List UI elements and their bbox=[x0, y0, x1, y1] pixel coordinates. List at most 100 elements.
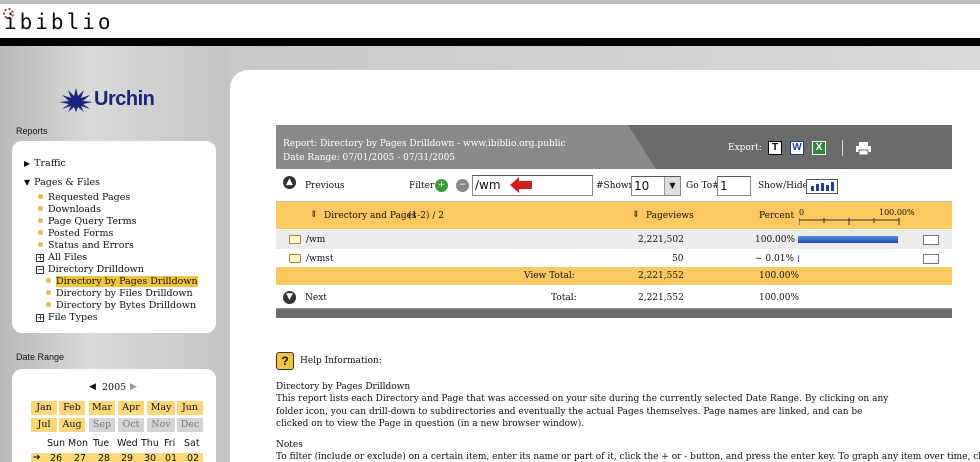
export-text-icon[interactable]: T bbox=[768, 141, 782, 155]
row-bar bbox=[798, 255, 799, 262]
dow-thu: Thu bbox=[141, 438, 159, 449]
scale-min: 0 bbox=[799, 208, 805, 217]
calendar-day[interactable]: 28 bbox=[98, 453, 110, 462]
row-bar bbox=[798, 236, 898, 243]
view-total-percent: 100.00% bbox=[759, 271, 800, 281]
row-percent: ~ 0.01% bbox=[755, 254, 794, 264]
total-label: Total: bbox=[551, 293, 577, 303]
collapse-minus-icon: − bbox=[36, 265, 44, 274]
urchin-logo: Urchin bbox=[58, 86, 155, 112]
export-word-icon[interactable]: W bbox=[790, 141, 804, 155]
shown-dropdown-icon[interactable]: ▼ bbox=[664, 177, 680, 195]
sidebar-item-dir-by-bytes[interactable]: Directory by Bytes Drilldown bbox=[46, 300, 196, 311]
calendar-day[interactable]: 29 bbox=[121, 453, 133, 462]
shown-label: #Shown bbox=[596, 181, 635, 191]
report-footer-bar bbox=[276, 309, 952, 318]
row-name[interactable]: /wmst bbox=[306, 254, 334, 264]
calendar-year: 2005 bbox=[102, 382, 127, 393]
urchin-burst-icon bbox=[59, 88, 93, 112]
sidebar-item-file-types[interactable]: + File Types bbox=[36, 312, 98, 323]
dow-sun: Sun bbox=[47, 438, 66, 449]
next-link[interactable]: Next bbox=[305, 293, 327, 303]
month-may[interactable]: May bbox=[147, 401, 175, 415]
site-logo[interactable]: ibiblio bbox=[4, 10, 114, 34]
help-question-icon: ? bbox=[276, 352, 294, 370]
month-apr[interactable]: Apr bbox=[118, 401, 144, 415]
print-icon[interactable] bbox=[856, 142, 871, 155]
graph-icon[interactable] bbox=[923, 235, 939, 245]
goto-input[interactable]: 1 bbox=[717, 176, 751, 196]
sidebar-item-requested-pages[interactable]: Requested Pages bbox=[38, 192, 130, 203]
sidebar-item-status-errors[interactable]: Status and Errors bbox=[38, 240, 134, 251]
month-jul[interactable]: Jul bbox=[31, 418, 57, 432]
expand-plus-icon: + bbox=[36, 253, 44, 262]
total-pageviews: 2,221,552 bbox=[638, 293, 684, 303]
top-header: ibiblio bbox=[0, 0, 980, 38]
notes-heading: Notes bbox=[276, 440, 303, 450]
help-heading: Help Information: bbox=[300, 356, 382, 366]
filter-exclude-minus-icon[interactable]: − bbox=[456, 179, 469, 192]
next-arrow-icon[interactable]: ▼ bbox=[283, 291, 296, 304]
scale-ruler bbox=[799, 218, 900, 225]
bullet-icon bbox=[38, 218, 43, 223]
month-jun[interactable]: Jun bbox=[177, 401, 203, 415]
view-total-label: View Total: bbox=[524, 271, 575, 281]
col-directory-pages[interactable]: Directory and Pages bbox=[324, 211, 417, 221]
col-percent: Percent bbox=[759, 211, 795, 221]
export-excel-icon[interactable]: X bbox=[812, 141, 826, 155]
date-range-heading: Date Range bbox=[16, 352, 65, 362]
month-nov: Nov bbox=[147, 418, 175, 432]
col-pageviews[interactable]: Pageviews bbox=[646, 211, 694, 221]
folder-icon[interactable] bbox=[289, 235, 301, 244]
bullet-icon bbox=[46, 302, 51, 307]
sidebar-item-posted-forms[interactable]: Posted Forms bbox=[38, 228, 113, 239]
bullet-icon bbox=[38, 230, 43, 235]
calendar-day[interactable]: 27 bbox=[74, 453, 86, 462]
filter-label: Filter bbox=[409, 181, 435, 191]
prev-year-icon[interactable]: ◀ bbox=[89, 382, 96, 392]
export-label: Export: bbox=[728, 143, 762, 153]
month-aug[interactable]: Aug bbox=[59, 418, 85, 432]
dow-fri: Fri bbox=[164, 438, 176, 449]
showhide-graph-icon[interactable] bbox=[806, 179, 838, 194]
sidebar-item-directory-drilldown[interactable]: − Directory Drilldown bbox=[36, 264, 144, 275]
calendar-day[interactable]: 01 bbox=[165, 453, 177, 462]
view-total-pageviews: 2,221,552 bbox=[638, 271, 684, 281]
folder-icon[interactable] bbox=[289, 254, 301, 263]
month-mar[interactable]: Mar bbox=[89, 401, 115, 415]
sort-icon[interactable]: ⇕ bbox=[632, 210, 640, 220]
view-total-row bbox=[276, 267, 952, 285]
bullet-icon bbox=[46, 278, 51, 283]
sidebar-item-dir-by-files[interactable]: Directory by Files Drilldown bbox=[46, 288, 193, 299]
calendar-day[interactable]: 26 bbox=[50, 453, 62, 462]
month-dec: Dec bbox=[177, 418, 203, 432]
month-jan[interactable]: Jan bbox=[31, 401, 57, 415]
calendar-day[interactable]: 02 bbox=[187, 453, 199, 462]
filter-input[interactable]: /wm bbox=[472, 175, 593, 196]
sidebar-item-dir-by-pages[interactable]: Directory by Pages Drilldown bbox=[46, 276, 198, 287]
next-year-icon[interactable]: ▶ bbox=[130, 382, 137, 392]
month-feb[interactable]: Feb bbox=[59, 401, 85, 415]
row-name[interactable]: /wm bbox=[306, 235, 325, 245]
scale-max: 100.00% bbox=[879, 208, 915, 217]
triangle-right-icon: ▶ bbox=[24, 159, 31, 168]
sidebar-item-downloads[interactable]: Downloads bbox=[38, 204, 101, 215]
filter-include-plus-icon[interactable]: + bbox=[435, 179, 448, 192]
showhide-label: Show/Hide bbox=[758, 181, 808, 191]
month-sep: Sep bbox=[89, 418, 115, 432]
sidebar-item-page-query-terms[interactable]: Page Query Terms bbox=[38, 216, 136, 227]
week-arrow-icon[interactable]: ➔ bbox=[33, 453, 41, 462]
sidebar-item-traffic[interactable]: ▶ Traffic bbox=[24, 158, 66, 169]
previous-link[interactable]: Previous bbox=[305, 181, 344, 191]
sidebar-item-pages-files[interactable]: ▼ Pages & Files bbox=[24, 177, 100, 188]
previous-arrow-icon[interactable]: ▲ bbox=[283, 176, 296, 189]
header-divider bbox=[0, 38, 980, 46]
bullet-icon bbox=[46, 290, 51, 295]
table-row bbox=[276, 249, 952, 268]
goto-label: Go To# bbox=[686, 181, 720, 191]
calendar-day[interactable]: 30 bbox=[144, 453, 156, 462]
sort-icon[interactable]: ⇕ bbox=[310, 210, 318, 220]
sidebar-item-all-files[interactable]: + All Files bbox=[36, 252, 87, 263]
total-percent: 100.00% bbox=[759, 293, 800, 303]
graph-icon[interactable] bbox=[923, 254, 939, 264]
